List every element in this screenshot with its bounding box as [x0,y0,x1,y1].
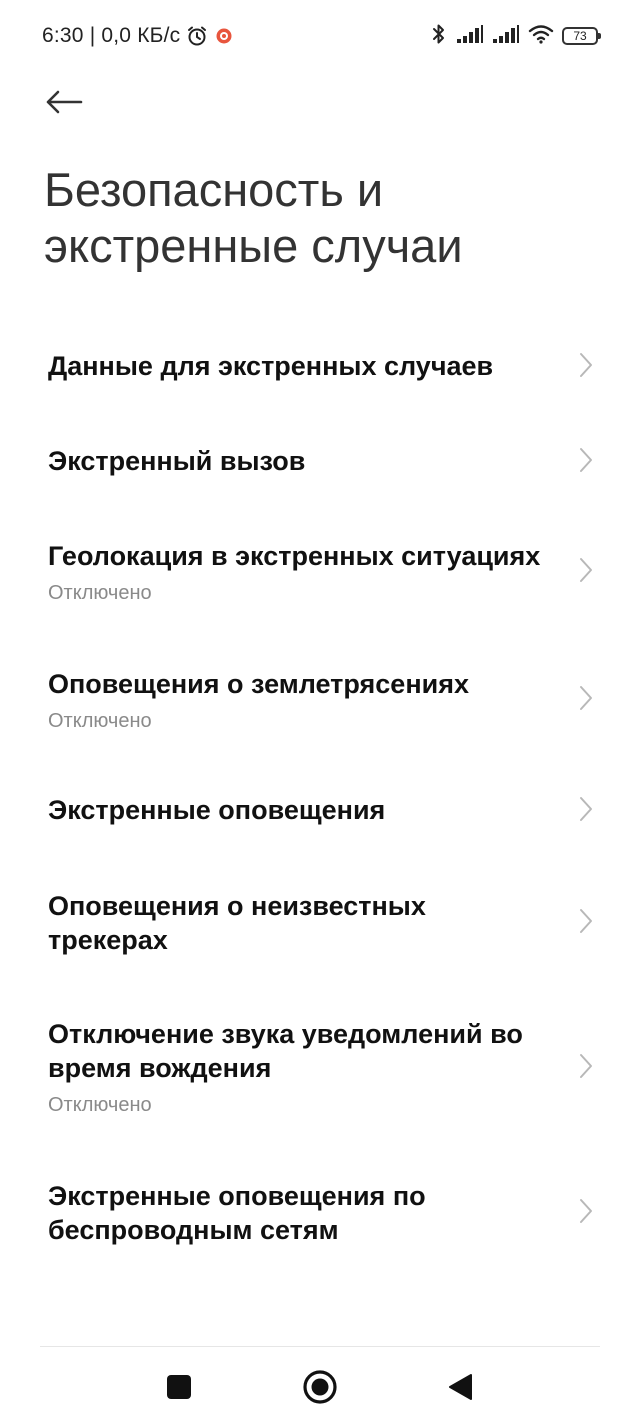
emergency-info-item[interactable]: Данные для экстренных случаев [0,346,640,386]
chevron-right-icon [576,684,596,712]
item-title: Экстренный вызов [48,446,306,476]
triangle-back-icon [449,1374,472,1400]
chevron-right-icon [576,795,596,823]
earthquake-alerts-item[interactable]: Оповещения о землетрясениях Отключено [0,664,640,736]
item-title: Геолокация в экстренных ситуациях [48,541,541,571]
navigation-bar [0,1347,640,1423]
status-right: 73 [430,22,601,51]
signal-1-icon [456,24,484,49]
chevron-right-icon [576,446,596,474]
bluetooth-icon [430,22,448,51]
signal-2-icon [492,24,520,49]
status-left: 6:30 | 0,0 КБ/с [42,22,234,50]
back-button[interactable] [40,80,88,124]
page-title: Безопасность и экстренные случаи [44,163,463,272]
emergency-location-item[interactable]: Геолокация в экстренных ситуациях Отключ… [0,536,640,608]
recents-button[interactable] [157,1365,201,1409]
item-status: Отключено [48,710,152,732]
home-button[interactable] [298,1365,342,1409]
chevron-right-icon [576,907,596,935]
app-notification-icon [214,26,234,46]
chevron-right-icon [576,351,596,379]
item-title: Оповещения о землетрясениях [48,669,469,699]
wifi-icon [528,24,554,49]
chevron-right-icon [576,1052,596,1080]
circle-icon [303,1370,337,1404]
item-title: Экстренные оповещения [48,795,386,825]
driving-notifications-item[interactable]: Отключение звука уведомлений во время во… [0,1014,640,1120]
back-arrow-icon [46,90,83,114]
item-title: Экстренные оповещения по беспроводным се… [48,1181,426,1245]
emergency-alerts-item[interactable]: Экстренные оповещения [0,790,640,830]
item-status: Отключено [48,1094,152,1116]
unknown-trackers-item[interactable]: Оповещения о неизвестных трекерах [0,886,640,958]
chevron-right-icon [576,1197,596,1225]
status-bar: 6:30 | 0,0 КБ/с 73 [0,0,640,70]
wireless-emergency-alerts-item[interactable]: Экстренные оповещения по беспроводным се… [0,1176,640,1248]
item-title: Отключение звука уведомлений во время во… [48,1019,523,1083]
square-icon [167,1375,191,1399]
item-title: Оповещения о неизвестных трекерах [48,891,426,955]
item-status: Отключено [48,582,152,604]
battery-icon: 73 [562,27,601,45]
chevron-right-icon [576,556,596,584]
emergency-call-item[interactable]: Экстренный вызов [0,441,640,481]
status-time-speed: 6:30 | 0,0 КБ/с [42,24,181,47]
alarm-icon [186,25,208,47]
item-title: Данные для экстренных случаев [48,351,494,381]
nav-back-button[interactable] [438,1365,482,1409]
